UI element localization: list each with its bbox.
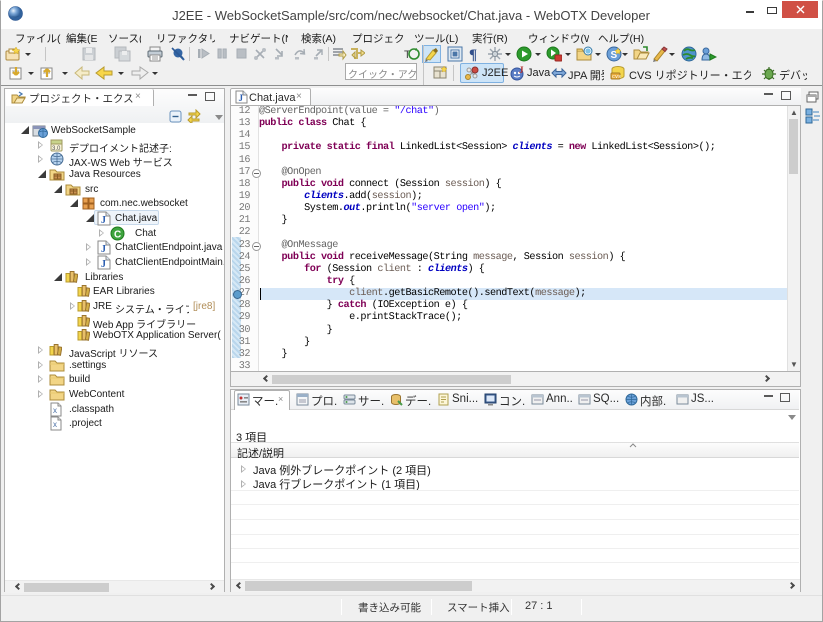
svg-text:C: C — [114, 230, 121, 241]
svg-text:J: J — [101, 259, 106, 270]
svg-text:J: J — [101, 215, 106, 226]
svg-text:¶: ¶ — [469, 47, 477, 62]
svg-text:J: J — [101, 244, 106, 255]
svg-text:J: J — [519, 65, 524, 75]
svg-text:cvs: cvs — [612, 74, 621, 80]
svg-text:J: J — [239, 93, 244, 103]
svg-text:x: x — [53, 420, 57, 429]
svg-text:x: x — [53, 406, 57, 415]
